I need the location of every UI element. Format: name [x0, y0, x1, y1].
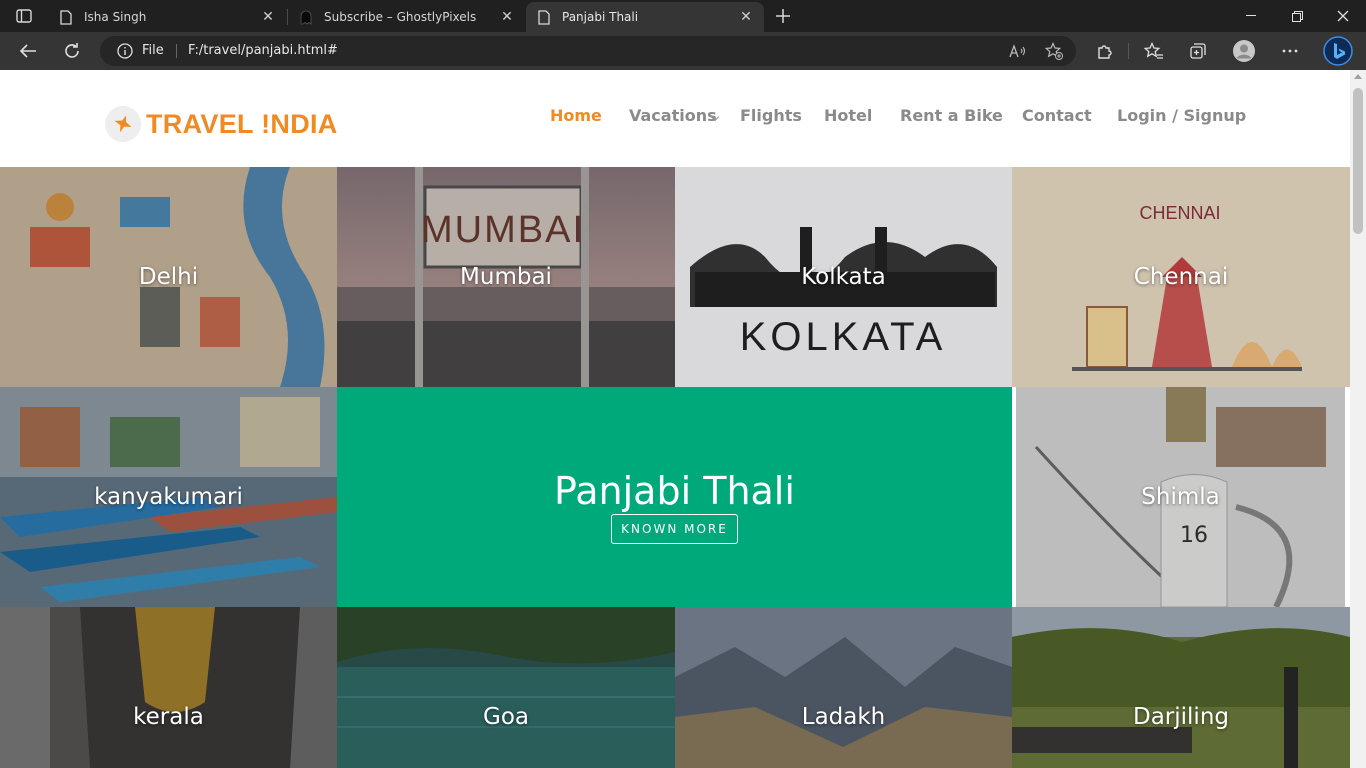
tile-label: Kolkata — [801, 264, 886, 290]
nav-hotel[interactable]: Hotel — [824, 106, 872, 125]
svg-text:KOLKATA: KOLKATA — [740, 315, 947, 359]
new-tab-button[interactable] — [770, 4, 796, 28]
tab-title: Panjabi Thali — [562, 10, 639, 24]
tile-label: Chennai — [1133, 264, 1229, 290]
tile-mumbai[interactable]: MUMBAI Mumbai — [337, 167, 675, 387]
main-nav: Home Vacations Flights Hotel Rent a Bike… — [0, 106, 1350, 130]
back-icon[interactable] — [13, 36, 43, 66]
info-icon[interactable] — [116, 43, 134, 59]
page-icon — [536, 9, 552, 25]
bing-copilot-icon[interactable] — [1322, 35, 1354, 67]
tile-goa[interactable]: Goa — [337, 607, 675, 768]
tab-ghostlypixels[interactable]: Subscribe – GhostlyPixels ✕ — [288, 2, 525, 32]
minimize-icon[interactable] — [1228, 0, 1274, 32]
known-more-button[interactable]: KNOWN MORE — [611, 514, 738, 544]
extensions-icon[interactable] — [1091, 37, 1119, 65]
tile-kanyakumari[interactable]: kanyakumari — [0, 387, 337, 607]
tab-panjabi-thali[interactable]: Panjabi Thali ✕ — [526, 2, 764, 32]
scheme-label: File — [142, 43, 164, 58]
omnibox-divider — [176, 44, 177, 58]
scroll-up-arrow-icon[interactable] — [1354, 74, 1362, 79]
restore-icon[interactable] — [1274, 0, 1320, 32]
tile-label: kerala — [133, 704, 204, 730]
collections-icon[interactable] — [1184, 37, 1212, 65]
tile-label: Darjiling — [1133, 704, 1229, 730]
more-menu-icon[interactable] — [1276, 37, 1304, 65]
tile-label: Goa — [483, 704, 529, 730]
url-text[interactable]: F:/travel/panjabi.html# — [188, 43, 338, 58]
browser-tab-bar: Isha Singh ✕ Subscribe – GhostlyPixels ✕… — [0, 0, 1366, 32]
toolbar-divider — [1128, 43, 1129, 59]
feature-title: Panjabi Thali — [554, 469, 795, 513]
address-bar[interactable]: File F:/travel/panjabi.html# — [100, 36, 1076, 66]
close-icon[interactable]: ✕ — [738, 9, 754, 25]
tab-title: Isha Singh — [84, 10, 147, 24]
tile-kolkata[interactable]: KOLKATA Kolkata — [675, 167, 1012, 387]
svg-text:CHENNAI: CHENNAI — [1139, 203, 1220, 223]
nav-vacations[interactable]: Vacations — [629, 106, 717, 125]
featured-dish-panel: Panjabi Thali KNOWN MORE — [337, 387, 1012, 607]
tile-shimla[interactable]: 16 Shimla — [1016, 387, 1345, 607]
tile-darjiling[interactable]: Darjiling — [1012, 607, 1350, 768]
goa-photo — [337, 607, 675, 768]
site-header: TRAVEL !NDIA Home Vacations Flights Hote… — [0, 70, 1350, 167]
add-favorite-icon[interactable] — [1044, 41, 1064, 61]
nav-home[interactable]: Home — [550, 106, 602, 125]
tile-label: Shimla — [1141, 484, 1220, 510]
tile-label: Ladakh — [801, 704, 886, 730]
tab-isha-singh[interactable]: Isha Singh ✕ — [48, 2, 286, 32]
tile-label: Delhi — [138, 264, 199, 290]
nav-contact[interactable]: Contact — [1022, 106, 1092, 125]
tile-kerala[interactable]: kerala — [0, 607, 337, 768]
scroll-thumb[interactable] — [1353, 88, 1363, 234]
close-icon[interactable]: ✕ — [499, 9, 515, 25]
tile-ladakh[interactable]: Ladakh — [675, 607, 1012, 768]
browser-toolbar: File F:/travel/panjabi.html# — [0, 32, 1366, 70]
profile-avatar[interactable] — [1230, 37, 1258, 65]
refresh-icon[interactable] — [57, 36, 87, 66]
tab-actions-icon[interactable] — [8, 4, 40, 28]
page-scrollbar[interactable] — [1350, 70, 1366, 768]
tile-chennai[interactable]: CHENNAI Chennai — [1012, 167, 1350, 387]
page-icon — [58, 9, 74, 25]
kerala-photo — [0, 607, 337, 768]
close-window-icon[interactable] — [1320, 0, 1366, 32]
tile-delhi[interactable]: Delhi — [0, 167, 337, 387]
nav-rent-a-bike[interactable]: Rent a Bike — [900, 106, 1003, 125]
darjiling-photo — [1012, 607, 1350, 768]
close-icon[interactable]: ✕ — [260, 9, 276, 25]
ghost-icon — [298, 9, 314, 25]
tab-title: Subscribe – GhostlyPixels — [324, 10, 477, 24]
tile-label: kanyakumari — [94, 484, 243, 510]
read-aloud-icon[interactable] — [1008, 41, 1028, 61]
page-viewport: TRAVEL !NDIA Home Vacations Flights Hote… — [0, 70, 1350, 768]
tile-label: Mumbai — [460, 264, 552, 290]
ladakh-photo — [675, 607, 1012, 768]
nav-login-signup[interactable]: Login / Signup — [1117, 106, 1246, 125]
nav-flights[interactable]: Flights — [740, 106, 802, 125]
favorites-icon[interactable] — [1140, 37, 1168, 65]
